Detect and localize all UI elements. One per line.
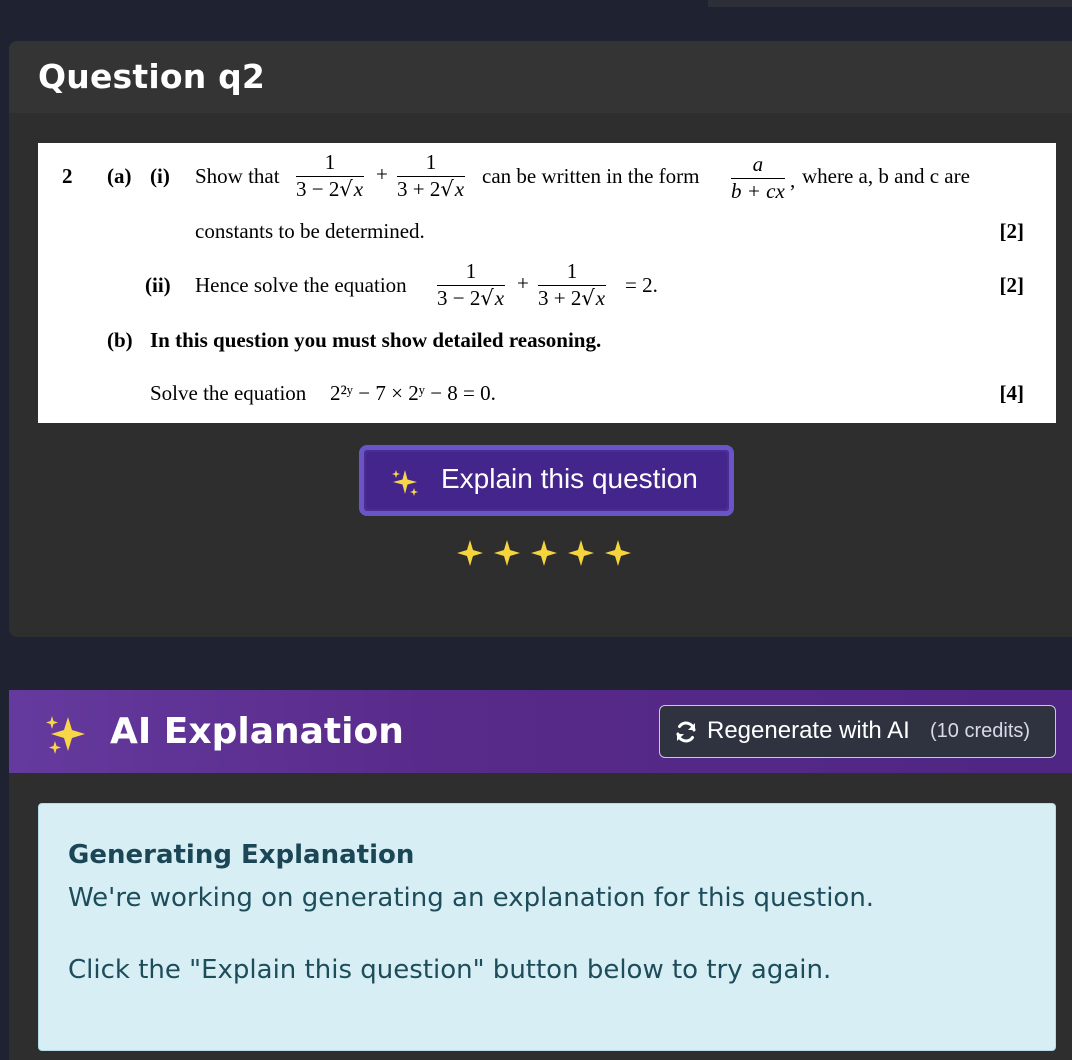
fraction-2-numerator: 1 — [425, 150, 437, 174]
form-denominator: b + cx — [731, 178, 785, 203]
fraction-4-den-x: x — [594, 285, 607, 310]
form-comma: , — [790, 168, 796, 192]
refresh-icon — [676, 721, 696, 743]
ai-explanation-body: Generating Explanation We're working on … — [9, 773, 1072, 1060]
regenerate-button[interactable]: Regenerate with AI (10 credits) — [659, 705, 1056, 758]
fraction-4-numerator: 1 — [566, 259, 578, 283]
fraction-4-denominator: 3 + 2√x — [538, 285, 607, 310]
fraction-1-numerator: 1 — [324, 150, 336, 174]
sparkle-icon — [492, 538, 522, 568]
fraction-4-den-const: 3 + 2 — [538, 286, 582, 310]
fraction-1-den-const: 3 − 2 — [296, 177, 340, 201]
fraction-2-den-x: x — [453, 176, 466, 201]
plus-sign-2: + — [517, 271, 529, 295]
status-heading: Generating Explanation — [68, 840, 415, 870]
sparkles-icon — [392, 470, 418, 496]
form-fraction: a b + cx — [731, 154, 785, 202]
marks-a-ii: [2] — [999, 273, 1025, 297]
question-title: Question q2 — [38, 57, 266, 96]
part-b-heading: In this question you must show detailed … — [150, 328, 602, 352]
form-numerator: a — [752, 152, 764, 176]
sparkle-icon — [455, 538, 485, 568]
marks-b: [4] — [999, 381, 1025, 405]
fraction-3-numerator: 1 — [465, 259, 477, 283]
plus-sign-1: + — [376, 162, 388, 186]
sub-ii-label: (ii) — [145, 273, 171, 297]
fraction-1-den-x: x — [352, 176, 365, 201]
fraction-1-denominator: 3 − 2√x — [296, 176, 365, 201]
hence-text: Hence solve the equation — [195, 273, 407, 297]
fraction-3-denominator: 3 − 2√x — [437, 285, 506, 310]
show-that-text: Show that — [195, 164, 280, 188]
question-header: Question q2 — [9, 41, 1072, 113]
equals-two: = 2. — [625, 273, 658, 297]
fraction-1: 1 3 − 2√x — [296, 150, 365, 201]
regenerate-label: Regenerate with AI — [707, 717, 910, 744]
fraction-3-den-const: 3 − 2 — [437, 286, 481, 310]
fraction-2-denominator: 3 + 2√x — [397, 176, 466, 201]
marks-a-i: [2] — [999, 219, 1025, 243]
retry-message: Click the "Explain this question" button… — [68, 955, 832, 985]
status-alert: Generating Explanation We're working on … — [38, 803, 1056, 1051]
fraction-3: 1 3 − 2√x — [437, 259, 506, 310]
equation-b: 2²ʸ − 7 × 2ʸ − 8 = 0. — [330, 381, 496, 405]
part-a-label: (a) — [107, 164, 132, 188]
sparkles-icon — [46, 716, 85, 754]
can-be-written-text: can be written in the form — [482, 164, 700, 188]
ai-explanation-header: AI Explanation Regenerate with AI (10 cr… — [9, 690, 1072, 773]
fraction-4: 1 3 + 2√x — [538, 259, 607, 310]
fraction-2: 1 3 + 2√x — [397, 150, 466, 201]
solve-text: Solve the equation — [150, 381, 307, 405]
fraction-3-den-x: x — [493, 285, 506, 310]
part-b-label: (b) — [107, 328, 133, 352]
constants-text: constants to be determined. — [195, 219, 425, 243]
explain-question-button[interactable]: Explain this question — [359, 445, 734, 516]
top-bar-strip — [708, 0, 1072, 7]
sparkle-row — [455, 538, 640, 570]
status-message: We're working on generating an explanati… — [68, 883, 875, 913]
question-paper-image: 2 (a) (i) Show that 1 3 − 2√x + 1 3 + 2√… — [38, 143, 1056, 423]
ai-explanation-title: AI Explanation — [110, 711, 404, 752]
explain-button-label: Explain this question — [441, 463, 698, 494]
sparkle-icon — [566, 538, 596, 568]
sparkle-icon — [529, 538, 559, 568]
sparkle-icon — [603, 538, 633, 568]
sub-i-label: (i) — [150, 164, 170, 188]
question-number: 2 — [62, 164, 73, 188]
regenerate-credits: (10 credits) — [930, 720, 1031, 742]
fraction-2-den-const: 3 + 2 — [397, 177, 441, 201]
where-text: where a, b and c are — [802, 164, 970, 188]
